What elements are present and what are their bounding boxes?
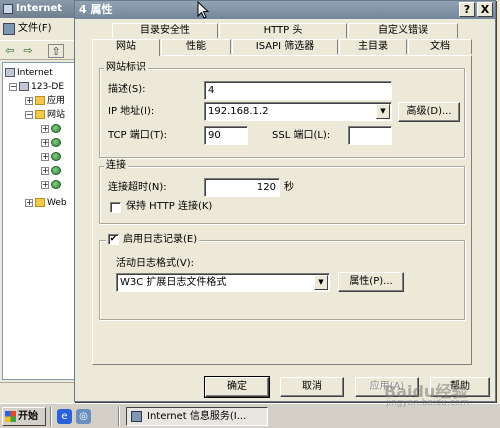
- seconds-unit-label: 秒: [284, 182, 294, 193]
- site-identification-legend: 网站标识: [104, 62, 148, 74]
- quick-launch-icon[interactable]: ◎: [76, 409, 91, 424]
- properties-dialog: 4 属性 ? X 目录安全性 HTTP 头 自定义错误 网站 性能 ISAPI …: [74, 0, 496, 402]
- tree-item-site[interactable]: +: [41, 165, 63, 177]
- globe-icon: [51, 124, 61, 133]
- menu-bar: 文件(F): [0, 20, 76, 38]
- tab-documents[interactable]: 文档: [408, 39, 472, 54]
- iis-manager-title: Internet: [16, 3, 63, 14]
- log-format-select[interactable]: W3C 扩展日志文件格式 ▼: [116, 273, 330, 292]
- back-arrow-icon[interactable]: ⇦: [2, 44, 18, 58]
- connection-group: 连接 连接超时(N): 120 秒 保持 HTTP 连接(K): [99, 160, 465, 224]
- tree-item-site[interactable]: +: [41, 137, 63, 149]
- connection-timeout-input[interactable]: 120: [204, 178, 280, 197]
- enable-logging-label: 启用日志记录(E): [123, 234, 198, 245]
- keepalive-checkbox[interactable]: [110, 202, 121, 213]
- tab-website[interactable]: 网站: [92, 39, 160, 56]
- status-bar: [0, 382, 76, 400]
- ip-address-label: IP 地址(I):: [108, 106, 155, 117]
- start-label: 开始: [18, 411, 38, 422]
- tab-directory-security[interactable]: 目录安全性: [112, 23, 218, 38]
- expand-icon[interactable]: +: [25, 198, 33, 207]
- globe-icon: [51, 138, 61, 147]
- log-format-label: 活动日志格式(V):: [116, 258, 195, 269]
- tab-custom-errors[interactable]: 自定义错误: [348, 23, 458, 38]
- tree-item-site[interactable]: +: [41, 179, 63, 191]
- console-tree: Internet −123-DE + 应用 − 网站 + + + + + + Web: [2, 62, 76, 380]
- up-folder-icon[interactable]: ⇧: [48, 44, 64, 58]
- enable-logging-checkbox[interactable]: ✔: [108, 234, 119, 245]
- collapse-icon[interactable]: −: [9, 82, 17, 91]
- ip-address-combo[interactable]: 192.168.1.2 ▼: [204, 102, 392, 121]
- dialog-title-bar[interactable]: 4 属性 ? X: [75, 1, 495, 19]
- tree-item-site[interactable]: +: [41, 123, 63, 135]
- internet-explorer-icon[interactable]: e: [57, 409, 72, 424]
- ssl-port-input[interactable]: [348, 126, 392, 145]
- folder-icon: [35, 110, 45, 119]
- taskbar-separator: [118, 407, 120, 426]
- console-icon: [3, 23, 15, 35]
- connection-legend: 连接: [104, 160, 128, 172]
- collapse-icon[interactable]: −: [25, 110, 33, 119]
- menu-file[interactable]: 文件(F): [18, 23, 52, 34]
- mouse-cursor-icon: [197, 1, 210, 19]
- tab-isapi-filters[interactable]: ISAPI 筛选器: [232, 39, 338, 54]
- pc-icon: [19, 82, 29, 91]
- expand-icon[interactable]: +: [41, 138, 49, 147]
- ok-button[interactable]: 确定: [204, 376, 270, 398]
- toolbar: ⇦ ⇨ ⇧: [0, 40, 76, 60]
- taskbar-item-iis[interactable]: Internet 信息服务(I...: [126, 407, 268, 426]
- help-title-button[interactable]: ?: [459, 2, 475, 17]
- folder-icon: [35, 96, 45, 105]
- ip-address-value: 192.168.1.2: [208, 106, 269, 117]
- chevron-down-icon[interactable]: ▼: [376, 104, 390, 119]
- pc-icon: [5, 68, 15, 77]
- globe-icon: [51, 152, 61, 161]
- expand-icon[interactable]: +: [41, 180, 49, 189]
- enable-logging-legend: ✔ 启用日志记录(E): [106, 234, 200, 246]
- tab-performance[interactable]: 性能: [161, 39, 231, 54]
- folder-icon: [35, 198, 45, 207]
- tree-item-iis-root[interactable]: Internet: [5, 67, 53, 79]
- tcp-port-input[interactable]: 90: [204, 126, 248, 145]
- log-format-value: W3C 扩展日志文件格式: [120, 277, 227, 288]
- expand-icon[interactable]: +: [25, 96, 33, 105]
- taskbar-item-label: Internet 信息服务(I...: [147, 411, 247, 422]
- logging-group: ✔ 启用日志记录(E) 活动日志格式(V): W3C 扩展日志文件格式 ▼ 属性…: [99, 234, 465, 320]
- tree-item-server[interactable]: −123-DE: [9, 81, 64, 93]
- watermark-url: jingyan.baidu.com: [386, 398, 470, 408]
- tree-item-web-ext[interactable]: + Web: [25, 197, 67, 209]
- keepalive-label: 保持 HTTP 连接(K): [126, 201, 213, 212]
- chevron-down-icon[interactable]: ▼: [314, 275, 328, 290]
- tab-panel-website: 网站标识 描述(S): 4 IP 地址(I): 192.168.1.2 ▼ 高级…: [92, 55, 472, 365]
- description-input[interactable]: 4: [204, 81, 392, 100]
- ssl-port-label: SSL 端口(L):: [272, 130, 331, 141]
- baidu-watermark: Baidu经验 jingyan.baidu.com: [384, 378, 498, 414]
- close-title-button[interactable]: X: [477, 2, 493, 17]
- expand-icon[interactable]: +: [41, 166, 49, 175]
- globe-icon: [51, 180, 61, 189]
- start-button[interactable]: 开始: [2, 407, 46, 426]
- taskbar-separator: [50, 407, 52, 426]
- tcp-port-label: TCP 端口(T):: [108, 130, 167, 141]
- globe-icon: [51, 166, 61, 175]
- cancel-button[interactable]: 取消: [280, 377, 344, 397]
- site-identification-group: 网站标识 描述(S): 4 IP 地址(I): 192.168.1.2 ▼ 高级…: [99, 62, 465, 158]
- advanced-button[interactable]: 高级(D)...: [398, 102, 460, 122]
- iis-manager-title-bar[interactable]: Internet: [0, 0, 76, 18]
- expand-icon[interactable]: +: [41, 124, 49, 133]
- log-properties-button[interactable]: 属性(P)...: [338, 272, 404, 292]
- expand-icon[interactable]: +: [41, 152, 49, 161]
- tree-item-app-pools[interactable]: + 应用: [25, 95, 65, 107]
- iis-app-icon: [131, 411, 142, 422]
- description-label: 描述(S):: [108, 84, 146, 95]
- tab-http-headers[interactable]: HTTP 头: [219, 23, 347, 38]
- tree-item-websites[interactable]: − 网站: [25, 109, 65, 121]
- dialog-title: 4 属性: [79, 3, 113, 16]
- tree-item-site[interactable]: +: [41, 151, 63, 163]
- tab-home-directory[interactable]: 主目录: [339, 39, 407, 54]
- connection-timeout-label: 连接超时(N):: [108, 182, 167, 193]
- forward-arrow-icon[interactable]: ⇨: [20, 44, 36, 58]
- windows-logo-icon: [5, 411, 16, 422]
- iis-app-icon: [3, 4, 13, 14]
